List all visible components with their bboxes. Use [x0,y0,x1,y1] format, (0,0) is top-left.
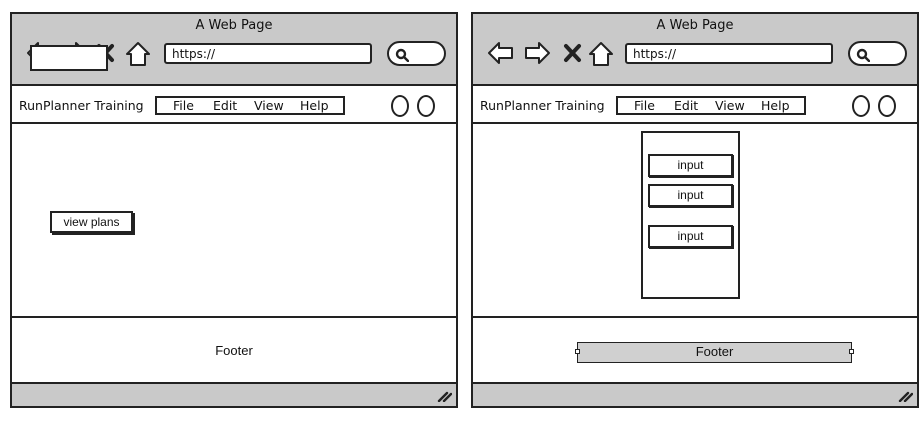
home-icon[interactable] [124,40,152,68]
circle-button-2[interactable] [878,95,896,117]
search-field[interactable] [387,41,446,66]
menu-bar: File Edit View Help [155,96,345,115]
circle-button-1[interactable] [852,95,870,117]
brand-name: RunPlanner Training [480,98,605,113]
wireframe-window-left: A Web Page https:// RunPlanner Training … [10,12,458,408]
resize-grip-icon[interactable] [436,388,452,402]
selection-handle-right[interactable] [849,349,854,354]
forward-arrow-icon[interactable] [523,40,551,66]
footer-selected-bar[interactable]: Footer [577,342,852,363]
menu-view[interactable]: View [254,99,284,113]
menu-help[interactable]: Help [300,99,329,113]
form-panel: input input input [641,131,740,299]
window-title: A Web Page [656,18,734,33]
menu-edit[interactable]: Edit [213,99,237,113]
search-field[interactable] [848,41,907,66]
back-arrow-icon[interactable] [487,40,515,66]
page-content: input input input [473,124,917,316]
input-field-2[interactable]: input [648,184,733,207]
status-bar [12,382,456,406]
browser-titlebar: A Web Page https:// [473,14,917,86]
window-title: A Web Page [195,18,273,33]
app-menubar: RunPlanner Training File Edit View Help [473,88,917,124]
footer-label: Footer [215,343,253,358]
menu-file[interactable]: File [634,99,655,113]
search-icon [856,48,870,62]
wireframe-window-right: A Web Page https:// RunPlanner Training … [471,12,919,408]
view-plans-button[interactable]: view plans [50,211,133,233]
brand-name: RunPlanner Training [19,98,144,113]
menu-bar: File Edit View Help [616,96,806,115]
footer: Footer [12,316,456,384]
input-field-1[interactable]: input [648,154,733,177]
url-input[interactable]: https:// [164,43,372,64]
menu-help[interactable]: Help [761,99,790,113]
page-content: view plans [12,124,456,316]
selection-handle-left[interactable] [575,349,580,354]
circle-button-2[interactable] [417,95,435,117]
circle-button-1[interactable] [391,95,409,117]
nav-icons [487,40,627,66]
footer: Footer [473,316,917,384]
overlay-box [30,45,108,71]
resize-grip-icon[interactable] [897,388,913,402]
close-x-icon[interactable] [561,40,585,66]
menu-edit[interactable]: Edit [674,99,698,113]
search-icon [395,48,409,62]
url-input[interactable]: https:// [625,43,833,64]
status-bar [473,382,917,406]
home-icon[interactable] [587,40,615,68]
menu-file[interactable]: File [173,99,194,113]
input-field-3[interactable]: input [648,225,733,248]
menu-view[interactable]: View [715,99,745,113]
browser-titlebar: A Web Page https:// [12,14,456,86]
app-menubar: RunPlanner Training File Edit View Help [12,88,456,124]
